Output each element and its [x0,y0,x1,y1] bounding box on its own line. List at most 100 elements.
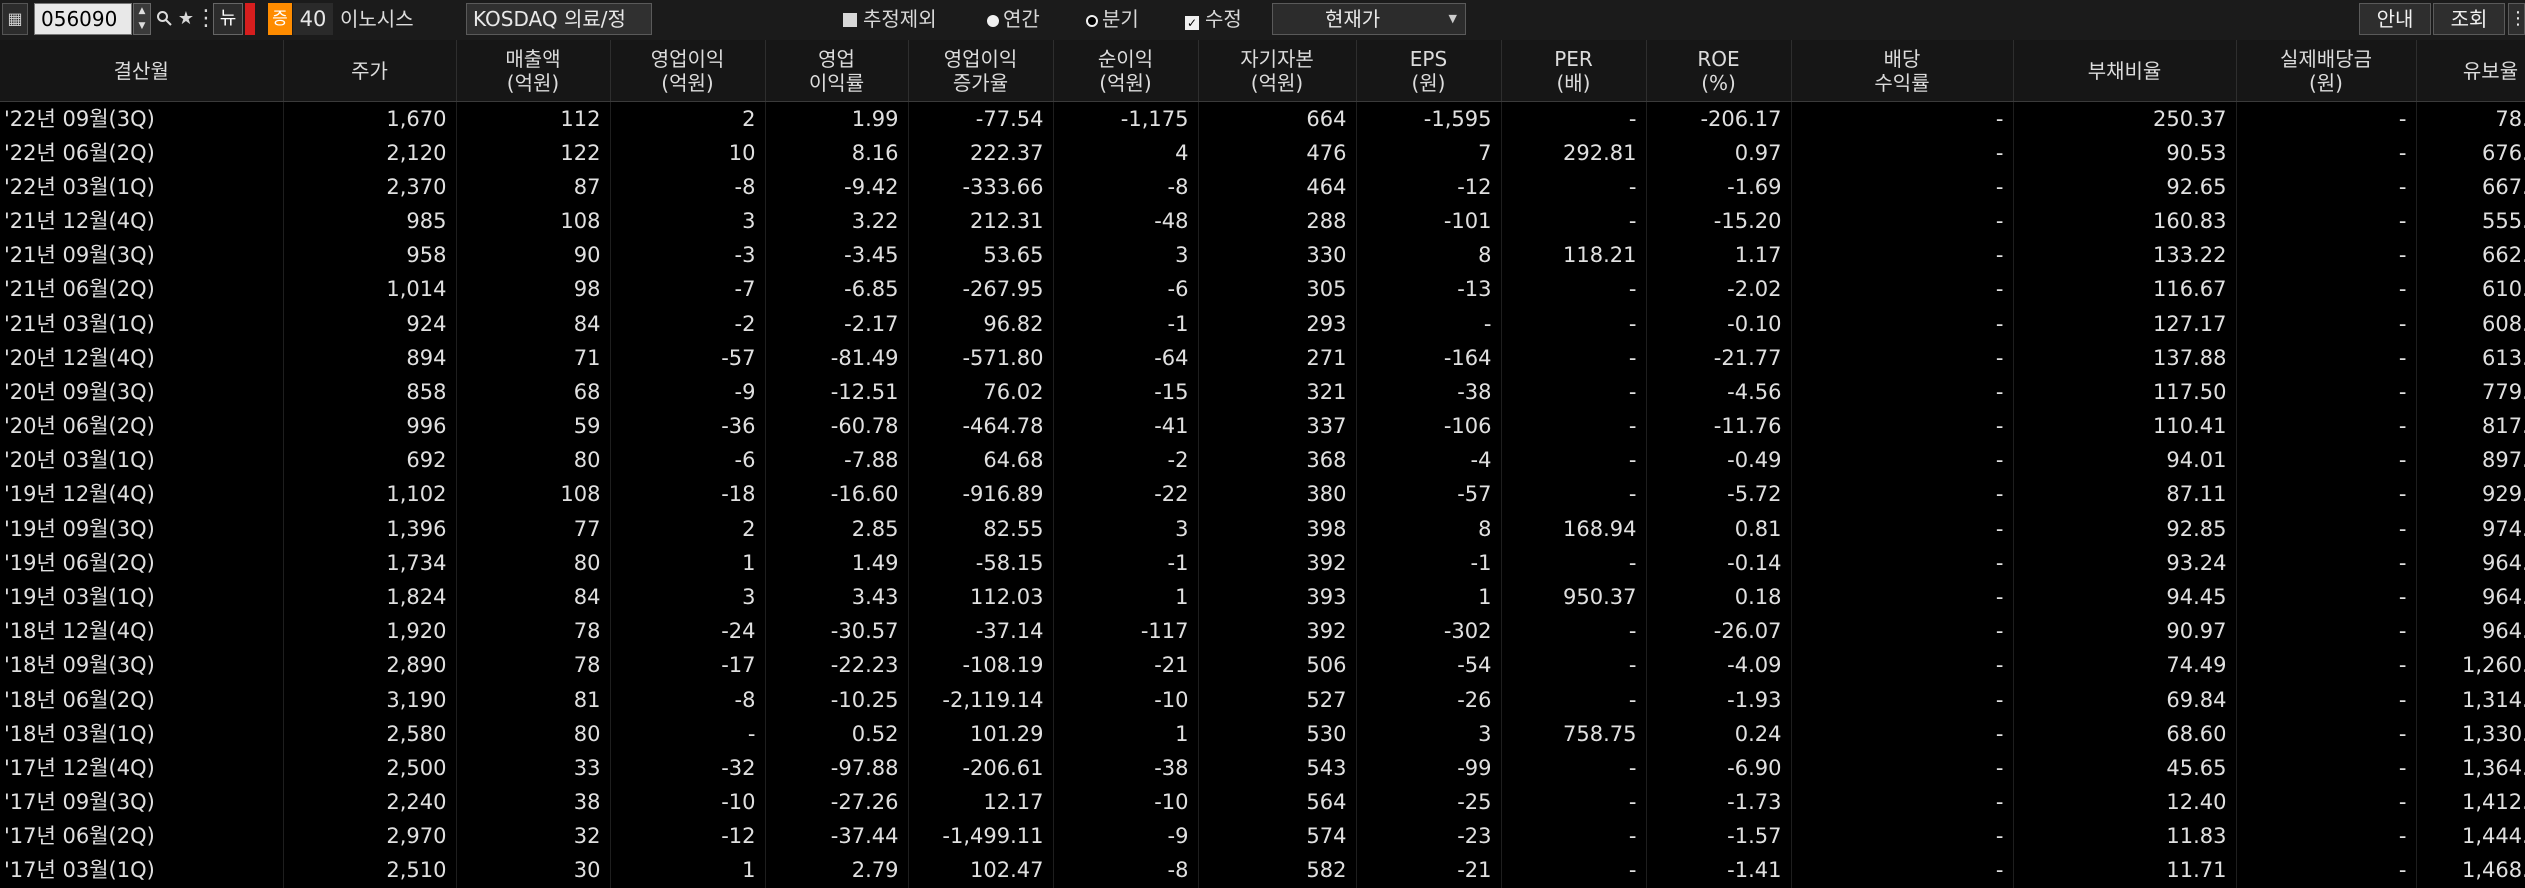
header-div-yield[interactable]: 배당 수익률 [1791,40,2014,102]
cell-per: - [1501,307,1647,342]
cell-period: '18년 03월(1Q) [0,717,284,752]
header-op-income[interactable]: 영업이익 (억원) [610,40,766,102]
header-equity[interactable]: 자기자본 (억원) [1198,40,1357,102]
cell-equity: 664 [1198,101,1357,137]
cell-price: 2,580 [283,717,457,752]
revised-checkbox[interactable]: ✓ 수정 [1185,3,1242,35]
header-per[interactable]: PER (배) [1501,40,1647,102]
header-dividend[interactable]: 실제배당금 (원) [2236,40,2417,102]
header-label: 부채비율 [2087,58,2162,83]
cell-reserve-ratio: 964.98 [2416,580,2525,615]
cell-op-growth: 12.17 [908,785,1054,820]
table-row[interactable]: '21년 12월(4Q) 985 108 3 3.22 212.31 -48 288 -101-… [0,204,2525,239]
cell-reserve-ratio: 929.50 [2416,477,2525,513]
table-row[interactable]: '20년 03월(1Q) 692 80 -6 -7.88 64.68 -2 368 -4- -0.… [0,443,2525,478]
header-price[interactable]: 주가 [283,40,457,102]
header-net-income[interactable]: 순이익 (억원) [1053,40,1199,102]
cell-op-margin: -22.23 [765,648,909,683]
table-row[interactable]: '20년 09월(3Q) 858 68 -9 -12.51 76.02 -15 321 -38-… [0,375,2525,410]
header-label: 순이익 [1097,46,1154,71]
cell-eps: -38 [1356,375,1502,410]
cell-net-income: 1 [1053,717,1199,752]
cell-op-growth: -267.95 [908,272,1054,308]
cell-price: 985 [283,204,457,239]
header-op-margin[interactable]: 영업 이익률 [765,40,909,102]
table-row[interactable]: '18년 03월(1Q) 2,580 80-0.52 101.29 1 530 3 758.7… [0,717,2525,752]
search-icon[interactable] [152,3,176,35]
spin-down-icon[interactable]: ▼ [134,19,150,34]
table-row[interactable]: '18년 09월(3Q) 2,890 78 -17 -22.23 -108.19 -21 50… [0,648,2525,683]
table-row[interactable]: '21년 09월(3Q) 958 90 -3 -3.45 53.65 3 330 8 118.21… [0,238,2525,273]
table-row[interactable]: '20년 06월(2Q) 996 59 -36 -60.78 -464.78 -41 337-… [0,409,2525,444]
header-op-growth[interactable]: 영업이익 증가율 [908,40,1054,102]
table-row[interactable]: '22년 06월(2Q) 2,120 122 10 8.16 222.37 4 476 7 292… [0,136,2525,171]
table-row[interactable]: '21년 03월(1Q) 924 84 -2 -2.17 96.82 -1 293- - -0.1… [0,307,2525,342]
cell-dividend: - [2236,512,2417,547]
cell-equity: 271 [1198,341,1357,376]
cell-net-income: 4 [1053,136,1199,171]
cell-op-margin: -3.45 [765,238,909,273]
cell-reserve-ratio: 1,364.72 [2416,751,2525,786]
table-row[interactable]: '20년 12월(4Q) 894 71 -57 -81.49 -571.80 -64 271-… [0,341,2525,376]
cell-per: - [1501,443,1647,478]
cell-debt-ratio: 94.01 [2013,443,2237,478]
header-debt-ratio[interactable]: 부채비율 [2013,40,2237,102]
cell-period: '19년 12월(4Q) [0,477,284,513]
grid-settings-icon[interactable]: ▦ [2,3,28,35]
cell-debt-ratio: 127.17 [2013,307,2237,342]
news-button[interactable]: 뉴 [213,3,243,35]
cell-reserve-ratio: 667.07 [2416,170,2525,205]
annual-radio[interactable]: 연간 [987,3,1040,35]
cell-price: 894 [283,341,457,376]
table-row[interactable]: '19년 06월(2Q) 1,734 80 1 1.49 -58.15 -1 392 -1- -0… [0,546,2525,581]
header-label: 영업 [818,46,855,71]
cell-price: 2,370 [283,170,457,205]
spin-up-icon[interactable]: ▲ [134,4,150,19]
cell-div-yield: - [1791,546,2014,581]
query-button[interactable]: 조회 [2433,3,2505,35]
header-revenue[interactable]: 매출액 (억원) [456,40,611,102]
header-reserve-ratio[interactable]: 유보율 [2416,40,2525,102]
cell-equity: 293 [1198,307,1357,342]
cell-price: 1,920 [283,614,457,649]
table-row[interactable]: '19년 12월(4Q) 1,102 108 -18 -16.60 -916.89 -22 3… [0,477,2525,513]
table-row[interactable]: '19년 09월(3Q) 1,396 77 2 2.85 82.55 3 398 8 168.94… [0,512,2525,547]
header-period[interactable]: 결산월 [0,40,284,102]
guide-button[interactable]: 안내 [2359,3,2431,35]
cell-reserve-ratio: 779.22 [2416,375,2525,410]
cell-revenue: 71 [456,341,611,376]
header-eps[interactable]: EPS (원) [1356,40,1502,102]
cell-debt-ratio: 133.22 [2013,238,2237,273]
table-row[interactable]: '17년 06월(2Q) 2,970 32 -12 -37.44 -1,499.11 -9 5… [0,819,2525,854]
quarter-radio[interactable]: 분기 [1086,3,1139,35]
cell-eps: -21 [1356,853,1502,888]
cell-debt-ratio: 45.65 [2013,751,2237,786]
table-row[interactable]: '21년 06월(2Q) 1,014 98 -7 -6.85 -267.95 -6 305 -1… [0,272,2525,308]
table-row[interactable]: '17년 12월(4Q) 2,500 33 -32 -97.88 -206.61 -38 54… [0,751,2525,786]
stock-code-input[interactable] [34,3,132,35]
price-basis-select[interactable]: 현재가 ▼ [1272,3,1466,35]
menu-icon[interactable]: ⋮ [2508,3,2525,35]
cell-revenue: 33 [456,751,611,786]
cell-revenue: 112 [456,101,611,137]
table-row[interactable]: '22년 09월(3Q) 1,670 112 2 1.99 -77.54 -1,175 664… [0,101,2525,137]
cell-roe: -1.57 [1646,819,1792,854]
cell-op-income: -36 [610,409,766,444]
cell-equity: 574 [1198,819,1357,854]
cell-eps: -54 [1356,648,1502,683]
cell-equity: 305 [1198,272,1357,308]
table-row[interactable]: '18년 06월(2Q) 3,190 81 -8 -10.25 -2,119.14 -10 5… [0,682,2525,718]
exclude-estimate-checkbox[interactable]: 추정제외 [843,3,937,35]
cell-op-margin: -6.85 [765,272,909,308]
table-row[interactable]: '22년 03월(1Q) 2,370 87 -8 -9.42 -333.66 -8 464 -1… [0,170,2525,205]
table-row[interactable]: '19년 03월(1Q) 1,824 84 3 3.43 112.03 1 393 1 950.3… [0,580,2525,615]
cell-period: '22년 03월(1Q) [0,170,284,205]
code-spinner[interactable]: ▲ ▼ [133,3,151,35]
cell-dividend: - [2236,238,2417,273]
header-roe[interactable]: ROE (%) [1646,40,1792,102]
table-row[interactable]: '17년 03월(1Q) 2,510 30 1 2.79 102.47 -8 582 -21- -… [0,853,2525,888]
cell-revenue: 78 [456,648,611,683]
table-row[interactable]: '18년 12월(4Q) 1,920 78 -24 -30.57 -37.14 -117 39… [0,614,2525,649]
table-row[interactable]: '17년 09월(3Q) 2,240 38 -10 -27.26 12.17 -10 564-… [0,785,2525,820]
cell-revenue: 80 [456,546,611,581]
